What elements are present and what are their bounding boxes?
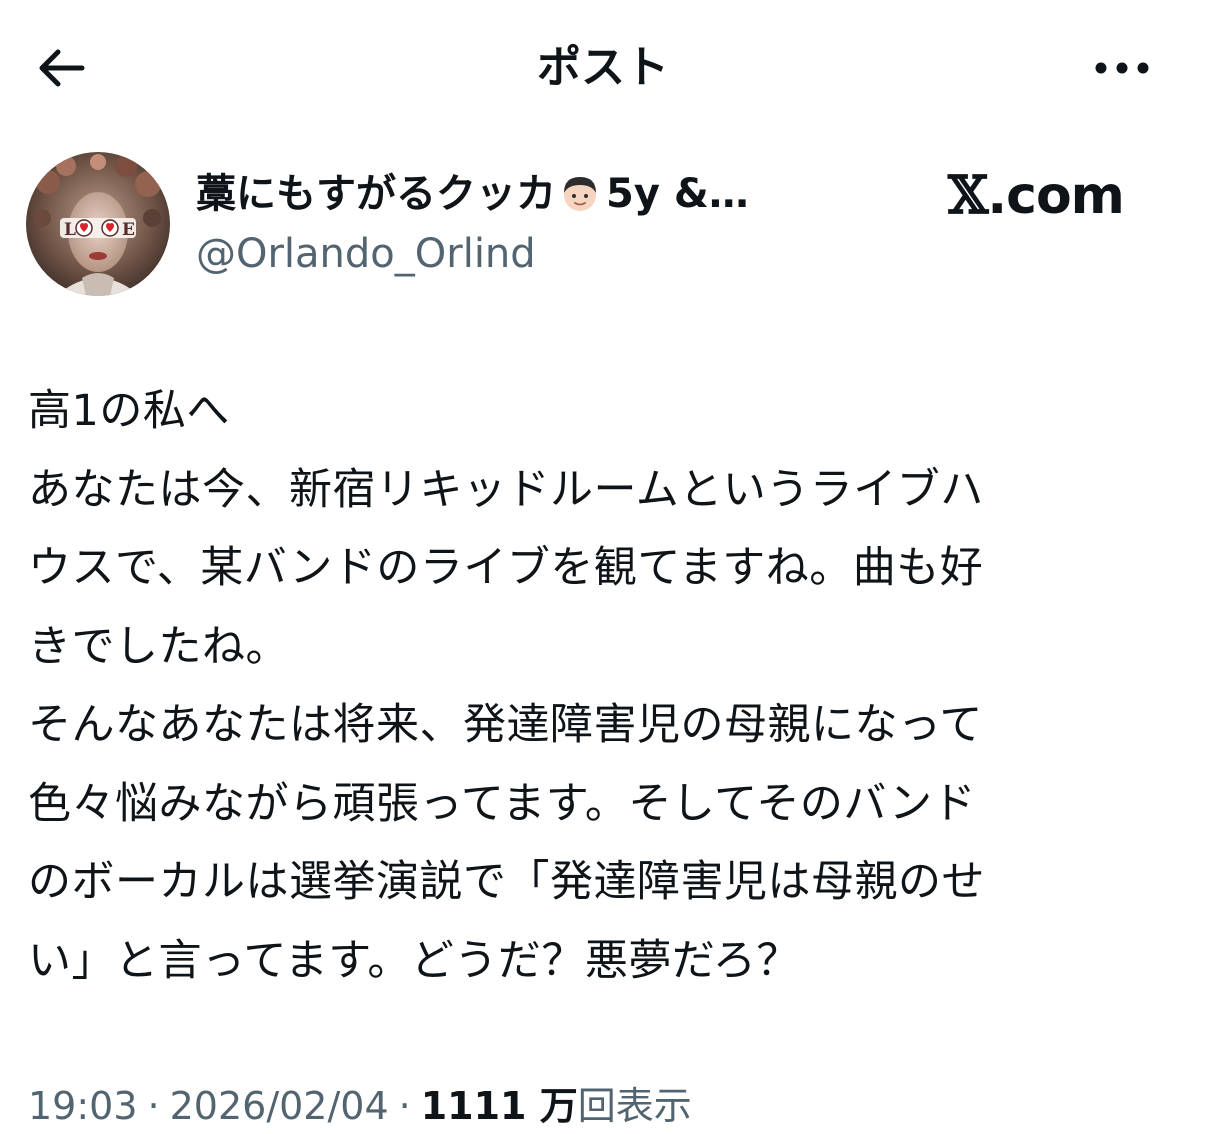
post-line: い」と言ってます。どうだ？悪夢だろ？ <box>28 935 800 986</box>
author-display-name[interactable]: 藁にもすがるクッカ 5y &… <box>196 164 836 230</box>
post-line: のボーカルは選挙演説で「発達障害児は母親のせ <box>28 857 985 907</box>
boy-face-emoji-icon <box>560 170 600 230</box>
post-date[interactable]: 2026/02/04 <box>170 1084 389 1128</box>
post-line: ウスで、某バンドのライブを観てますね。曲も好 <box>28 543 984 593</box>
post-time[interactable]: 19:03 <box>28 1084 138 1128</box>
post-meta: 19:03 · 2026/02/04 · 1111 万回表示 <box>28 1078 692 1134</box>
display-name-text: 藁にもすがるクッカ <box>196 171 556 217</box>
x-logo-icon: 𝕏 <box>948 165 988 226</box>
more-dots-icon <box>1095 62 1149 74</box>
more-options-button[interactable] <box>1082 38 1162 98</box>
avatar[interactable]: L E <box>26 152 170 296</box>
post-line: そんなあなたは将来、発達障害児の母親になって <box>28 700 983 750</box>
meta-separator: · <box>147 1084 160 1128</box>
svg-text:L: L <box>64 220 76 240</box>
watermark-domain: .com <box>987 166 1124 226</box>
x-com-watermark: 𝕏.com <box>948 164 1125 228</box>
avatar-image: L E <box>26 152 170 296</box>
post-text: 高1の私へ あなたは今、新宿リキッドルームというライブハ ウスで、某バンドのライ… <box>28 372 1158 1000</box>
svg-text:E: E <box>122 220 135 240</box>
top-bar: ポスト <box>0 0 1206 130</box>
page-title: ポスト <box>537 42 669 93</box>
post-line: 色々悩みながら頑張ってます。そしてそのバンド <box>28 778 976 829</box>
meta-separator: · <box>398 1084 411 1128</box>
views-label: 回表示 <box>577 1084 692 1128</box>
post-line: あなたは今、新宿リキッドルームというライブハ <box>28 464 984 515</box>
display-name-suffix: 5y &… <box>606 171 749 217</box>
author-handle[interactable]: @Orlando_Orlind <box>196 226 536 282</box>
post-line: きでしたね。 <box>28 621 289 672</box>
views-count[interactable]: 1111 万 <box>421 1084 578 1128</box>
post-line: 高1の私へ <box>28 386 230 436</box>
